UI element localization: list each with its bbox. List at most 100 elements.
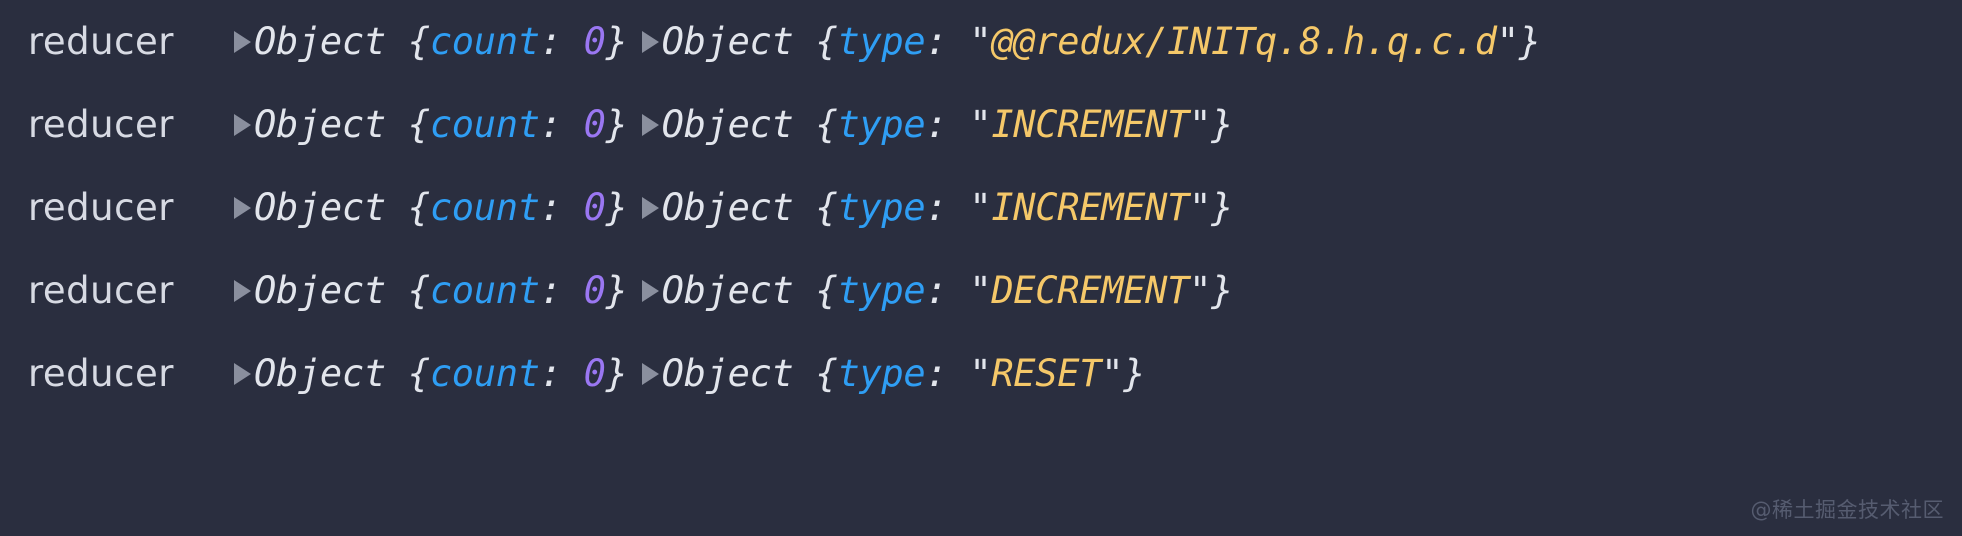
brace-open: { xyxy=(407,103,430,146)
log-source-label: reducer xyxy=(28,103,174,146)
object-value-string: DECREMENT xyxy=(991,269,1190,312)
colon: : xyxy=(539,186,584,229)
quote-open: " xyxy=(969,186,992,229)
quote-open: " xyxy=(969,103,992,146)
disclosure-triangle-icon[interactable] xyxy=(641,362,659,385)
brace-open: { xyxy=(815,352,838,395)
log-payload: Object_{count: 0} Object_{type: "RESET"} xyxy=(234,352,1145,395)
brace-open: { xyxy=(407,20,430,63)
object-value-number: 0 xyxy=(583,352,606,395)
object-type-name: Object xyxy=(254,269,386,312)
object-key: count xyxy=(429,352,540,395)
log-row[interactable]: reducer Object_{count: 0} Object_{type: "I… xyxy=(0,83,1962,166)
brace-open: { xyxy=(407,269,430,312)
object-value-string: @@redux/INITq.8.h.q.c.d xyxy=(991,20,1497,63)
log-object-action[interactable]: Object_{type: "@@redux/INITq.8.h.q.c.d"} xyxy=(641,20,1541,63)
object-key: count xyxy=(429,20,540,63)
object-value-number: 0 xyxy=(583,269,606,312)
brace-open: { xyxy=(815,103,838,146)
brace-open: { xyxy=(815,269,838,312)
brace-close: } xyxy=(1211,269,1234,312)
brace-open: { xyxy=(407,186,430,229)
log-object-action[interactable]: Object_{type: "INCREMENT"} xyxy=(641,103,1234,146)
object-key: type xyxy=(837,269,926,312)
quote-close: " xyxy=(1189,186,1212,229)
brace-close: } xyxy=(605,103,628,146)
object-type-name: Object xyxy=(661,103,794,146)
object-type-name: Object xyxy=(254,103,386,146)
log-object-state[interactable]: Object_{count: 0} xyxy=(234,269,628,312)
log-object-state[interactable]: Object_{count: 0} xyxy=(234,20,628,63)
brace-open: { xyxy=(815,20,838,63)
brace-close: } xyxy=(605,20,628,63)
quote-close: " xyxy=(1189,269,1212,312)
log-object-action[interactable]: Object_{type: "RESET"} xyxy=(641,352,1145,395)
log-row[interactable]: reducer Object_{count: 0} Object_{type: "R… xyxy=(0,332,1962,415)
object-key: type xyxy=(837,186,926,229)
log-payload: Object_{count: 0} Object_{type: "INCREMEN… xyxy=(234,103,1233,146)
colon: : xyxy=(925,352,970,395)
brace-close: } xyxy=(1518,20,1541,63)
disclosure-triangle-icon[interactable] xyxy=(641,30,659,53)
log-payload: Object_{count: 0} Object_{type: "DECREMEN… xyxy=(234,269,1233,312)
object-key: count xyxy=(429,186,540,229)
object-key: type xyxy=(837,20,926,63)
disclosure-triangle-icon[interactable] xyxy=(234,279,251,302)
object-type-name: Object xyxy=(661,186,794,229)
quote-open: " xyxy=(969,352,992,395)
object-key: count xyxy=(429,103,540,146)
colon: : xyxy=(925,103,970,146)
quote-close: " xyxy=(1496,20,1519,63)
colon: : xyxy=(925,186,970,229)
quote-open: " xyxy=(969,269,992,312)
colon: : xyxy=(925,20,970,63)
log-row[interactable]: reducer Object_{count: 0} Object_{type: "I… xyxy=(0,166,1962,249)
colon: : xyxy=(539,269,584,312)
object-type-name: Object xyxy=(254,186,386,229)
log-object-state[interactable]: Object_{count: 0} xyxy=(234,186,628,229)
log-source-label: reducer xyxy=(28,186,174,229)
quote-open: " xyxy=(969,20,992,63)
log-source-label: reducer xyxy=(28,352,174,395)
watermark: @稀土掘金技术社区 xyxy=(1750,498,1944,522)
object-type-name: Object xyxy=(661,352,794,395)
brace-close: } xyxy=(1211,186,1234,229)
colon: : xyxy=(925,269,970,312)
brace-close: } xyxy=(1211,103,1234,146)
object-value-number: 0 xyxy=(583,103,606,146)
brace-open: { xyxy=(815,186,838,229)
log-row[interactable]: reducer Object_{count: 0} Object_{type: "D… xyxy=(0,249,1962,332)
log-source-label: reducer xyxy=(28,20,174,63)
object-value-string: INCREMENT xyxy=(991,186,1190,229)
log-payload: Object_{count: 0} Object_{type: "@@redux/… xyxy=(234,20,1541,63)
object-type-name: Object xyxy=(254,352,386,395)
log-object-action[interactable]: Object_{type: "DECREMENT"} xyxy=(641,269,1234,312)
brace-close: } xyxy=(605,352,628,395)
log-source-label: reducer xyxy=(28,269,174,312)
object-type-name: Object xyxy=(254,20,386,63)
object-value-number: 0 xyxy=(583,186,606,229)
quote-close: " xyxy=(1101,352,1124,395)
object-type-name: Object xyxy=(661,20,794,63)
disclosure-triangle-icon[interactable] xyxy=(234,30,251,53)
disclosure-triangle-icon[interactable] xyxy=(234,362,251,385)
disclosure-triangle-icon[interactable] xyxy=(641,196,659,219)
disclosure-triangle-icon[interactable] xyxy=(234,113,251,136)
colon: : xyxy=(539,20,584,63)
colon: : xyxy=(539,352,584,395)
log-object-state[interactable]: Object_{count: 0} xyxy=(234,352,628,395)
object-value-string: INCREMENT xyxy=(991,103,1190,146)
brace-open: { xyxy=(407,352,430,395)
brace-close: } xyxy=(605,186,628,229)
colon: : xyxy=(539,103,584,146)
log-row[interactable]: reducer Object_{count: 0} Object_{type: "@… xyxy=(0,0,1962,83)
object-key: type xyxy=(837,352,926,395)
object-key: count xyxy=(429,269,540,312)
brace-close: } xyxy=(605,269,628,312)
disclosure-triangle-icon[interactable] xyxy=(641,113,659,136)
log-object-state[interactable]: Object_{count: 0} xyxy=(234,103,628,146)
disclosure-triangle-icon[interactable] xyxy=(234,196,251,219)
console-log-panel: reducer Object_{count: 0} Object_{type: "@… xyxy=(0,0,1962,536)
disclosure-triangle-icon[interactable] xyxy=(641,279,659,302)
log-object-action[interactable]: Object_{type: "INCREMENT"} xyxy=(641,186,1234,229)
